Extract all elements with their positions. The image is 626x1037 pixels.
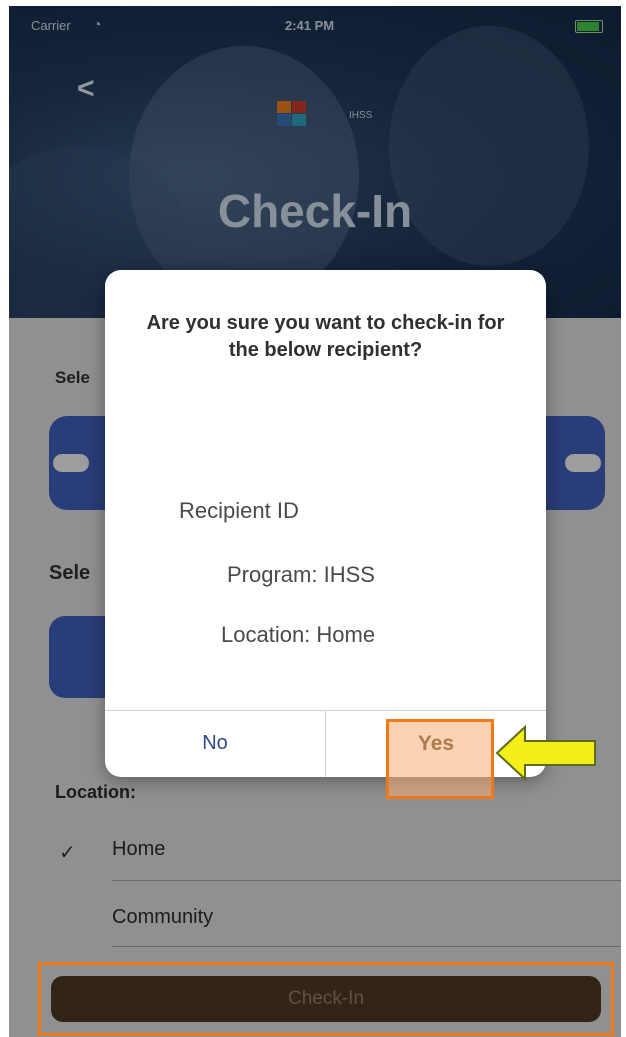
recipient-id-text: Recipient ID xyxy=(179,498,299,523)
pointer-arrow-icon xyxy=(495,724,596,782)
yes-highlight-box xyxy=(386,719,494,799)
program-text: Program: IHSS xyxy=(227,562,375,587)
no-button[interactable]: No xyxy=(105,710,325,777)
dialog-question: Are you sure you want to check-in for th… xyxy=(146,312,505,361)
highlight-frame xyxy=(38,962,614,1036)
confirm-dialog: Are you sure you want to check-in for th… xyxy=(105,270,546,777)
device-bezel xyxy=(0,0,9,1037)
phone-screen: Carrier ◔ 2:41 PM < IHSS Check-In Sele S… xyxy=(9,6,621,1037)
location-text: Location: Home xyxy=(221,622,376,647)
